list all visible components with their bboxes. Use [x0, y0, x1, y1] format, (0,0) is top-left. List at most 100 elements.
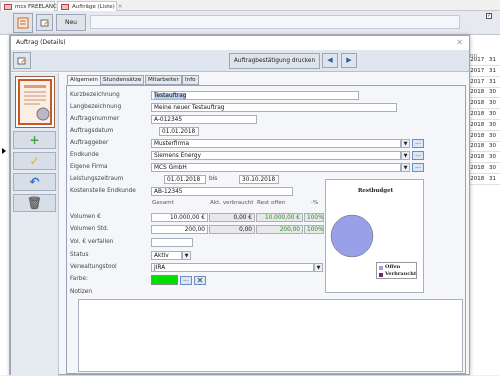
- list-cell: 30: [489, 154, 496, 161]
- auftragsnummer-field[interactable]: A-012345: [151, 115, 257, 124]
- eigene-firma-more-button[interactable]: ...: [412, 163, 424, 172]
- col-rest-header: Rest offen: [257, 200, 286, 206]
- chevron-down-icon[interactable]: ▼: [401, 163, 410, 172]
- eigene-firma-label: Eigene Firma: [70, 164, 108, 170]
- add-button[interactable]: +: [13, 131, 56, 149]
- status-select[interactable]: Aktiv: [151, 251, 182, 260]
- status-label: Status: [70, 252, 89, 258]
- kostenstelle-field[interactable]: AB-12345: [151, 187, 293, 196]
- endkunde-select[interactable]: Siemens Energy: [151, 151, 401, 160]
- langbezeichnung-label: Langbezeichnung: [70, 104, 122, 110]
- plus-icon: +: [29, 133, 40, 147]
- auftraggeber-more-button[interactable]: ...: [412, 139, 424, 148]
- close-icon[interactable]: ✕: [456, 38, 463, 47]
- auftraggeber-select[interactable]: Musterfirma: [151, 139, 401, 148]
- list-cell: 30: [489, 143, 496, 150]
- print-confirmation-button[interactable]: Auftragbestätigung drucken: [229, 53, 320, 69]
- certificate-icon: [18, 79, 52, 125]
- back-button[interactable]: [13, 13, 33, 33]
- volumen-eur-gesamt-field[interactable]: 10.000,00 €: [151, 213, 208, 222]
- close-icon: ✕: [196, 276, 204, 285]
- list-cell: 30: [489, 165, 496, 171]
- volumen-eur-label: Volumen €: [70, 214, 101, 220]
- arrow-right-icon: ▶: [346, 56, 352, 64]
- delete-button[interactable]: 🗑: [13, 194, 56, 212]
- edit-button[interactable]: [36, 14, 53, 31]
- form-icon: [61, 4, 69, 10]
- next-record-button[interactable]: ▶: [341, 53, 357, 68]
- dialog-title: Auftrag (Details): [11, 36, 469, 50]
- list-cell: 31: [489, 57, 496, 63]
- vol-verfallen-field[interactable]: [151, 238, 193, 247]
- chevron-down-icon[interactable]: ▼: [314, 263, 323, 272]
- checkbox[interactable]: ✓: [486, 13, 492, 19]
- volumen-std-rest-field: 200,00: [256, 225, 303, 234]
- leistungszeitraum-label: Leistungszeitraum: [70, 176, 124, 182]
- volumen-std-gesamt-field[interactable]: 200,00: [151, 225, 208, 234]
- legend-label-offen: Offen: [385, 264, 401, 270]
- endkunde-more-button[interactable]: ...: [412, 151, 424, 160]
- list-cell: 30: [489, 89, 496, 96]
- edit-icon: [17, 57, 26, 65]
- save-button[interactable]: ✓: [13, 152, 56, 170]
- volumen-std-pct-field: 100%: [304, 225, 324, 234]
- langbezeichnung-field[interactable]: Meine neuer Testauftrag: [151, 103, 397, 112]
- search-input[interactable]: [90, 15, 460, 29]
- auftrag-details-dialog: Auftrag (Details) ✕ Auftragbestätigung d…: [10, 35, 470, 376]
- legend-swatch-offen: [379, 266, 383, 270]
- auftraggeber-label: Auftraggeber: [70, 140, 109, 146]
- auftragsdatum-field[interactable]: 01.01.2018: [159, 127, 199, 136]
- verwaltungstool-select[interactable]: JIRA: [151, 263, 314, 272]
- list-cell: 31: [489, 78, 496, 85]
- app-tab-freelancer[interactable]: mcs FREELANCER: [0, 1, 64, 11]
- bis-label: bis: [209, 176, 218, 182]
- tab-mitarbeiter[interactable]: Mitarbeiter: [145, 75, 182, 85]
- app-tab-bar: mcs FREELANCER Aufträge (Liste) ✕: [0, 0, 500, 11]
- previous-record-button[interactable]: ◀: [322, 53, 338, 68]
- color-swatch[interactable]: [151, 275, 178, 285]
- tab-stundensaetze[interactable]: Stundensätze: [100, 75, 145, 85]
- volumen-eur-pct-field: 100%: [304, 213, 324, 222]
- legend-swatch-verbraucht: [379, 273, 383, 277]
- volumen-eur-akt-field: 0,00 €: [209, 213, 255, 222]
- main-toolbar: Neu ✓: [0, 11, 500, 35]
- tab-allgemein[interactable]: Allgemein: [67, 75, 101, 85]
- dialog-toolbar: Auftragbestätigung drucken ◀ ▶: [11, 50, 469, 72]
- clear-color-button[interactable]: ✕: [194, 276, 206, 285]
- list-cell: 31: [489, 175, 496, 182]
- general-tab-content: Kurzbezeichnung Langbezeichnung Auftrags…: [66, 85, 466, 374]
- chevron-down-icon[interactable]: ▼: [182, 251, 191, 260]
- leistungszeitraum-from-field[interactable]: 01.01.2018: [164, 175, 206, 184]
- leistungszeitraum-to-field[interactable]: 30.10.2018: [239, 175, 279, 184]
- undo-button[interactable]: ↶: [13, 173, 56, 191]
- chevron-down-icon[interactable]: ▼: [401, 139, 410, 148]
- list-cell: 30: [489, 100, 496, 107]
- list-cell: 30: [489, 121, 496, 128]
- certificate-image: [15, 76, 55, 128]
- arrow-left-icon: ◀: [327, 56, 333, 64]
- new-button[interactable]: Neu: [56, 14, 86, 31]
- chart-legend: Offen Verbraucht: [376, 262, 417, 279]
- list-cell: 30: [489, 132, 496, 139]
- current-record-icon: [2, 148, 6, 154]
- checkmark-icon: ✓: [29, 154, 40, 168]
- endkunde-label: Endkunde: [70, 152, 99, 158]
- volumen-std-label: Volumen Std.: [70, 226, 109, 232]
- app-tab-auftraege[interactable]: Aufträge (Liste) ✕: [57, 1, 122, 11]
- col-gesamt-header: Gesamt: [152, 200, 174, 206]
- tab-info[interactable]: Info: [182, 75, 199, 85]
- pie-slice-offen: [330, 214, 374, 258]
- color-picker-button[interactable]: ...: [180, 276, 192, 285]
- volumen-eur-rest-field: 10.000,00 €: [256, 213, 303, 222]
- notizen-field[interactable]: [78, 299, 463, 372]
- notizen-label: Notizen: [70, 289, 93, 295]
- kurzbezeichnung-field[interactable]: Testauftrag: [151, 91, 359, 100]
- edit-icon: [40, 19, 49, 27]
- kostenstelle-label: Kostenstelle Endkunde: [70, 188, 136, 194]
- volumen-std-akt-field: 0,00: [209, 225, 255, 234]
- kurzbezeichnung-label: Kurzbezeichnung: [70, 92, 120, 98]
- eigene-firma-select[interactable]: MCS GmbH: [151, 163, 401, 172]
- edit-button[interactable]: [13, 52, 31, 69]
- chevron-down-icon[interactable]: ▼: [401, 151, 410, 160]
- close-icon[interactable]: ✕: [118, 4, 123, 10]
